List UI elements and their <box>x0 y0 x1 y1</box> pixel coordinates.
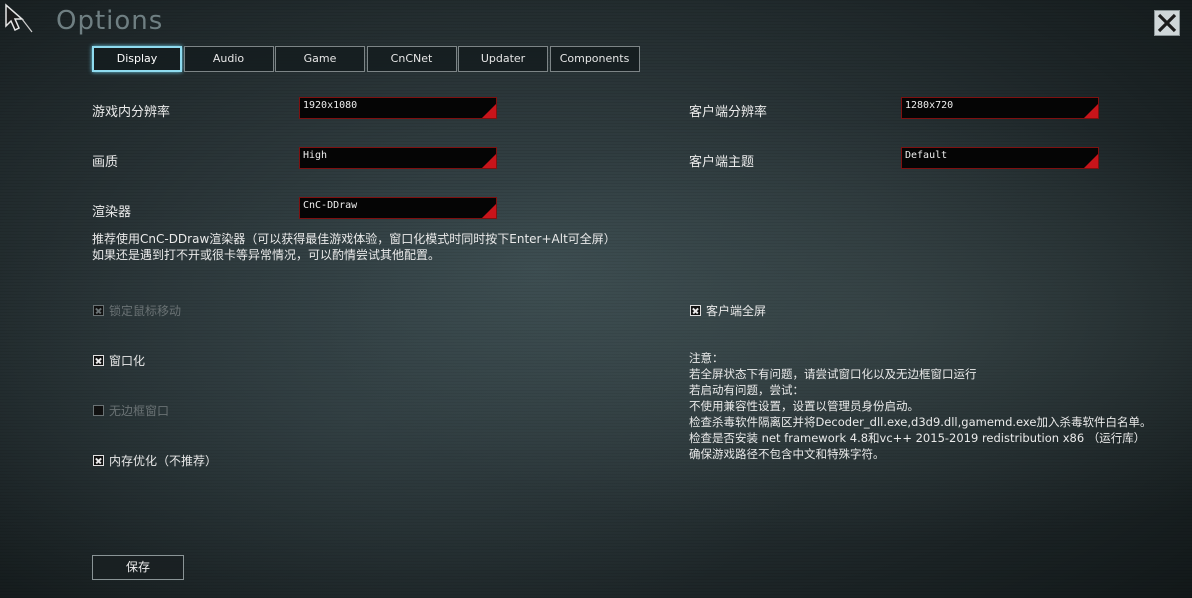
quality-label: 画质 <box>92 155 119 170</box>
borderless-label: 无边框窗口 <box>109 404 170 418</box>
title-bar: Options <box>0 0 1192 44</box>
lock-mouse-label: 锁定鼠标移动 <box>109 304 182 318</box>
ingame-resolution-dropdown[interactable]: 1920x1080 <box>299 97 497 119</box>
close-button[interactable] <box>1154 10 1180 36</box>
client-fullscreen-label: 客户端全屏 <box>706 304 767 318</box>
renderer-description-line: 如果还是遇到打不开或很卡等异常情况，可以酌情尝试其他配置。 <box>92 248 441 262</box>
memory-optimization-label: 内存优化（不推荐） <box>109 454 218 468</box>
dropdown-arrow-icon <box>1084 154 1098 168</box>
windowed-label: 窗口化 <box>109 354 146 368</box>
renderer-description: 推荐使用CnC-DDraw渲染器（可以获得最佳游戏体验，窗口化模式时同时按下En… <box>92 231 616 263</box>
tab-display[interactable]: Display <box>92 46 182 72</box>
tab-audio[interactable]: Audio <box>183 46 274 72</box>
notes-line: 确保游戏路径不包含中文和特殊字符。 <box>689 447 885 461</box>
client-resolution-label: 客户端分辨率 <box>689 105 768 120</box>
client-resolution-dropdown[interactable]: 1280x720 <box>901 97 1099 119</box>
notes-line: 若启动有问题，尝试： <box>689 383 804 397</box>
checkbox-box <box>93 455 104 466</box>
notes-line: 注意： <box>689 351 724 365</box>
notes-line: 检查杀毒软件隔离区并将Decoder_dll.exe,d3d9.dll,game… <box>689 415 1152 429</box>
quality-dropdown[interactable]: High <box>299 147 497 169</box>
client-theme-value: Default <box>905 150 948 161</box>
tab-game[interactable]: Game <box>275 46 365 72</box>
tab-updater[interactable]: Updater <box>458 46 548 72</box>
ingame-resolution-label: 游戏内分辨率 <box>92 105 171 120</box>
tab-cncnet[interactable]: CnCNet <box>366 46 457 72</box>
lock-mouse-checkbox[interactable]: 锁定鼠标移动 <box>93 302 181 319</box>
notes-line: 不使用兼容性设置，设置以管理员身份启动。 <box>689 399 919 413</box>
dropdown-arrow-icon <box>482 204 496 218</box>
close-icon <box>1157 13 1177 33</box>
notes-line: 若全屏状态下有问题，请尝试窗口化以及无边框窗口运行 <box>689 367 977 381</box>
checkbox-box <box>93 405 104 416</box>
checkbox-box <box>93 305 104 316</box>
options-tabs: Display Audio Game CnCNet Updater Compon… <box>92 46 641 72</box>
ingame-resolution-value: 1920x1080 <box>303 100 358 111</box>
dropdown-arrow-icon <box>482 104 496 118</box>
memory-optimization-checkbox[interactable]: 内存优化（不推荐） <box>93 452 217 469</box>
notes-line: 检查是否安装 net framework 4.8和vc++ 2015-2019 … <box>689 431 1146 445</box>
quality-value: High <box>303 150 328 161</box>
renderer-value: CnC-DDraw <box>303 200 358 211</box>
background-art <box>0 0 1192 598</box>
checkbox-box <box>93 355 104 366</box>
dropdown-arrow-icon <box>482 154 496 168</box>
renderer-dropdown[interactable]: CnC-DDraw <box>299 197 497 219</box>
window-title: Options <box>56 6 164 36</box>
notes-panel: 注意： 若全屏状态下有问题，请尝试窗口化以及无边框窗口运行 若启动有问题，尝试：… <box>689 350 1151 462</box>
client-theme-label: 客户端主题 <box>689 155 755 170</box>
client-fullscreen-checkbox[interactable]: 客户端全屏 <box>690 302 766 319</box>
cursor-icon <box>5 3 33 33</box>
checkbox-box <box>690 305 701 316</box>
client-resolution-value: 1280x720 <box>905 100 954 111</box>
tab-components[interactable]: Components <box>549 46 640 72</box>
dropdown-arrow-icon <box>1084 104 1098 118</box>
client-theme-dropdown[interactable]: Default <box>901 147 1099 169</box>
borderless-checkbox[interactable]: 无边框窗口 <box>93 402 169 419</box>
windowed-checkbox[interactable]: 窗口化 <box>93 352 145 369</box>
renderer-label: 渲染器 <box>92 205 132 220</box>
save-button[interactable]: 保存 <box>92 555 184 580</box>
renderer-description-line: 推荐使用CnC-DDraw渲染器（可以获得最佳游戏体验，窗口化模式时同时按下En… <box>92 232 616 246</box>
